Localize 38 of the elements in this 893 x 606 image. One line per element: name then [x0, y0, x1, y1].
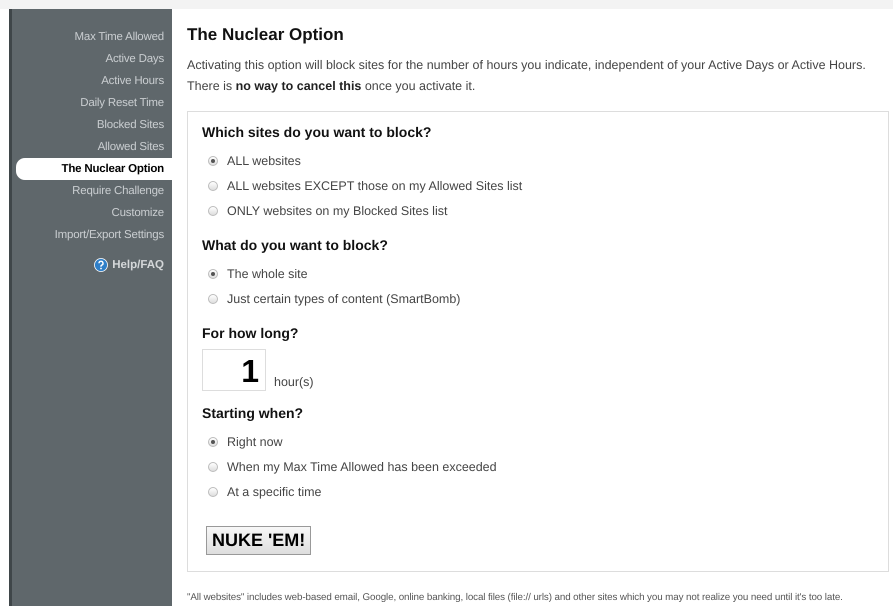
radio-button[interactable] — [208, 268, 218, 278]
option-label[interactable]: Just certain types of content (SmartBomb) — [227, 292, 460, 306]
nav-item[interactable]: Active Hours — [12, 70, 172, 92]
nav-item[interactable]: Import/Export Settings — [12, 224, 172, 246]
nav-item[interactable]: The Nuclear Option — [16, 158, 172, 180]
nav-item[interactable]: Daily Reset Time — [12, 92, 172, 114]
option-label[interactable]: ALL websites EXCEPT those on my Allowed Sites list — [227, 178, 522, 192]
radio-button[interactable] — [208, 436, 218, 446]
radio-button[interactable] — [208, 486, 218, 496]
section-heading: Starting when? — [202, 405, 304, 421]
option-label[interactable]: The whole site — [227, 266, 308, 280]
nav-item[interactable]: Require Challenge — [12, 180, 172, 202]
radio-button[interactable] — [208, 156, 218, 166]
option-label[interactable]: At a specific time — [227, 484, 322, 498]
section-heading: Which sites do you want to block? — [202, 124, 432, 140]
help-icon — [94, 258, 108, 272]
option-label[interactable]: When my Max Time Allowed has been exceeded — [227, 460, 497, 474]
nav-item[interactable]: Allowed Sites — [12, 136, 172, 158]
nav-item[interactable]: Max Time Allowed — [12, 26, 172, 48]
intro-text: Activating this option will block sites for the number of hours you indicate, independent of your Active Days or Active Hours. There is no way to cancel this once you activate it. — [187, 57, 867, 95]
hours-field[interactable]: 1 — [202, 349, 266, 391]
radio-button[interactable] — [208, 294, 218, 304]
nav-item[interactable]: Blocked Sites — [12, 114, 172, 136]
page-title: The Nuclear Option — [187, 25, 345, 45]
option-label[interactable]: ALL websites — [227, 154, 301, 168]
radio-button[interactable] — [208, 180, 218, 190]
nav-item[interactable]: Active Days — [12, 48, 172, 70]
option-label[interactable]: ONLY websites on my Blocked Sites list — [227, 204, 448, 218]
nav-item[interactable]: Customize — [12, 202, 172, 224]
help-link[interactable]: Help/FAQ — [112, 259, 164, 271]
option-label[interactable]: Right now — [227, 434, 283, 448]
radio-button[interactable] — [208, 462, 218, 472]
unit-label: hour(s) — [274, 375, 314, 391]
section-heading: What do you want to block? — [202, 237, 389, 253]
footnote: "All websites" includes web-based email, Google, online banking, local files (file:// urls) and other sites which you may not realize you need until it's too late. — [187, 592, 844, 603]
nuke-button[interactable]: NUKE 'EM! — [206, 526, 312, 555]
section-heading: For how long? — [202, 325, 300, 341]
radio-button[interactable] — [208, 206, 218, 216]
